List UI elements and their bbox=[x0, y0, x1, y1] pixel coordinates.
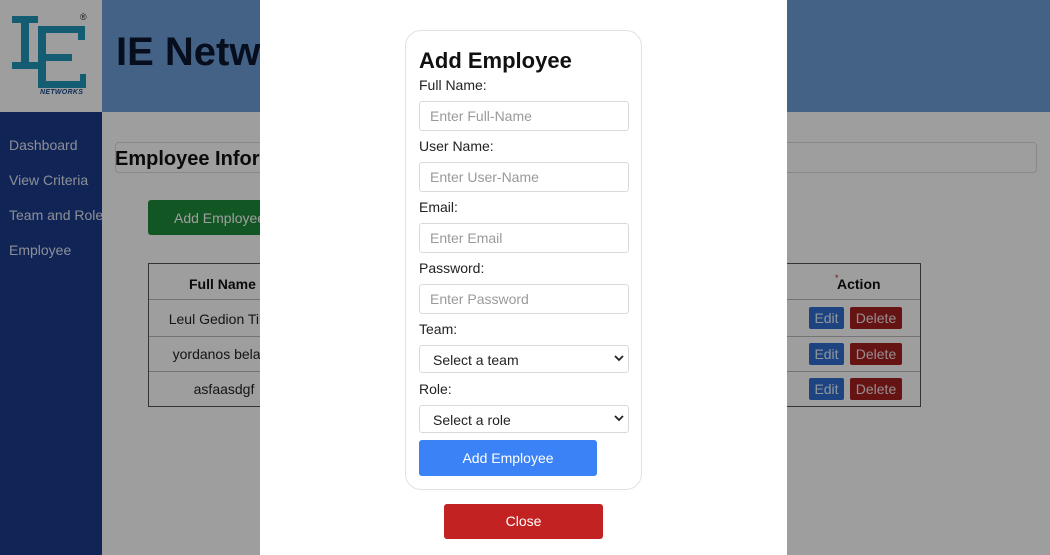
add-employee-submit-button[interactable]: Add Employee bbox=[419, 440, 597, 476]
email-input[interactable] bbox=[419, 223, 629, 253]
add-employee-form: Add Employee Full Name: User Name: Email… bbox=[405, 30, 642, 490]
user-name-input[interactable] bbox=[419, 162, 629, 192]
chevron-down-icon bbox=[614, 415, 624, 422]
password-label: Password: bbox=[419, 260, 485, 276]
modal-title: Add Employee bbox=[419, 48, 572, 73]
role-label: Role: bbox=[419, 381, 452, 397]
role-select-value: Select a role bbox=[433, 412, 511, 428]
password-input[interactable] bbox=[419, 284, 629, 314]
team-label: Team: bbox=[419, 321, 458, 337]
email-label: Email: bbox=[419, 199, 458, 215]
full-name-input[interactable] bbox=[419, 101, 629, 131]
team-select[interactable]: Select a team bbox=[419, 345, 629, 373]
add-employee-modal: Add Employee Full Name: User Name: Email… bbox=[260, 0, 787, 555]
role-select[interactable]: Select a role bbox=[419, 405, 629, 433]
team-select-value: Select a team bbox=[433, 352, 519, 368]
chevron-down-icon bbox=[614, 355, 624, 362]
close-button[interactable]: Close bbox=[444, 504, 603, 539]
user-name-label: User Name: bbox=[419, 138, 494, 154]
full-name-label: Full Name: bbox=[419, 77, 487, 93]
